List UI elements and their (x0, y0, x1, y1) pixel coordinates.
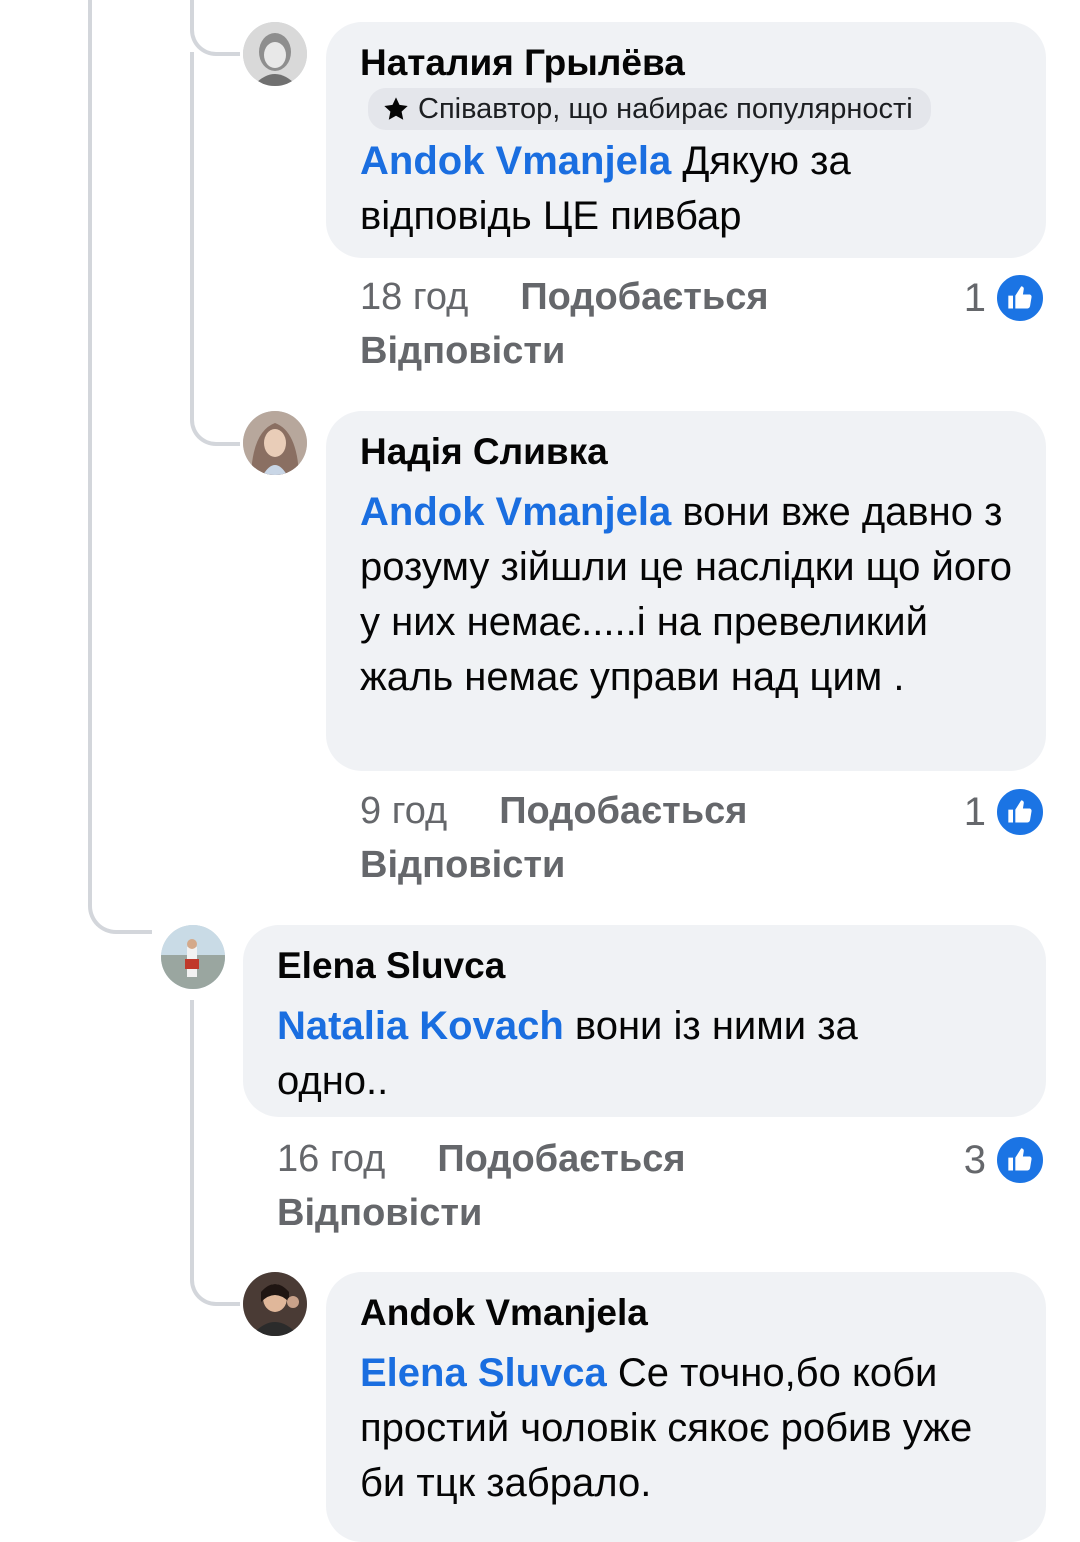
comment-time[interactable]: 16 год (277, 1138, 385, 1180)
mention-link[interactable]: Andok Vmanjela (360, 139, 671, 183)
comment-bubble: Elena Sluvca Natalia Kovach вони із ними… (243, 925, 1046, 1117)
reaction-count[interactable]: 3 (964, 1134, 1046, 1186)
thread-line-reply-1 (190, 0, 240, 56)
mention-link[interactable]: Elena Sluvca (360, 1351, 607, 1395)
like-icon (994, 786, 1046, 838)
reaction-count[interactable]: 1 (964, 272, 1046, 324)
contributor-badge: Співавтор, що набирає популярності (368, 88, 931, 130)
comment-actions: 16 год Подобається Відповісти (277, 1132, 686, 1240)
comment-actions: 18 год Подобається Відповісти (360, 270, 769, 378)
thread-line-main (88, 0, 152, 934)
like-count: 1 (963, 789, 986, 834)
like-count: 1 (963, 275, 986, 320)
comment-time[interactable]: 18 год (360, 276, 468, 318)
reply-button[interactable]: Відповісти (277, 1186, 686, 1240)
avatar-natalia[interactable] (243, 22, 307, 86)
comment-actions: 9 год Подобається Відповісти (360, 784, 747, 892)
comment-author[interactable]: Andok Vmanjela (360, 1290, 1016, 1336)
comment-time[interactable]: 9 год (360, 790, 447, 832)
like-button[interactable]: Подобається (437, 1138, 685, 1180)
thread-line-reply-2 (190, 52, 240, 446)
comment-text: Andok Vmanjela Дякую за відповідь ЦЕ пив… (360, 134, 1016, 244)
star-icon (384, 97, 408, 120)
comment-author[interactable]: Наталия Грылёва (360, 40, 1016, 86)
like-icon (994, 272, 1046, 324)
like-count: 3 (963, 1137, 986, 1182)
comment-bubble: Наталия Грылёва Співавтор, що набирає по… (326, 22, 1046, 258)
like-button[interactable]: Подобається (520, 276, 768, 318)
comment-bubble: Надія Сливка Andok Vmanjela вони вже дав… (326, 411, 1046, 771)
thread-line-reply-3 (190, 1000, 240, 1306)
avatar-nadia[interactable] (243, 411, 307, 475)
reply-button[interactable]: Відповісти (360, 324, 769, 378)
reply-button[interactable]: Відповісти (360, 838, 747, 892)
reaction-count[interactable]: 1 (964, 786, 1046, 838)
comment-author[interactable]: Elena Sluvca (277, 943, 1016, 989)
comment-bubble: Andok Vmanjela Elena Sluvca Се точно,бо … (326, 1272, 1046, 1542)
comment-text: Elena Sluvca Се точно,бо коби простий чо… (360, 1346, 1016, 1511)
avatar-andok[interactable] (243, 1272, 307, 1336)
comment-text: Andok Vmanjela вони вже давно з розуму з… (360, 485, 1016, 705)
like-icon (994, 1134, 1046, 1186)
like-button[interactable]: Подобається (499, 790, 747, 832)
badge-label: Співавтор, що набирає популярності (418, 93, 913, 125)
comment-text: Natalia Kovach вони із ними за одно.. (277, 999, 957, 1109)
avatar-elena[interactable] (161, 925, 225, 989)
comment-author[interactable]: Надія Сливка (360, 429, 1016, 475)
mention-link[interactable]: Natalia Kovach (277, 1004, 564, 1048)
mention-link[interactable]: Andok Vmanjela (360, 490, 671, 534)
